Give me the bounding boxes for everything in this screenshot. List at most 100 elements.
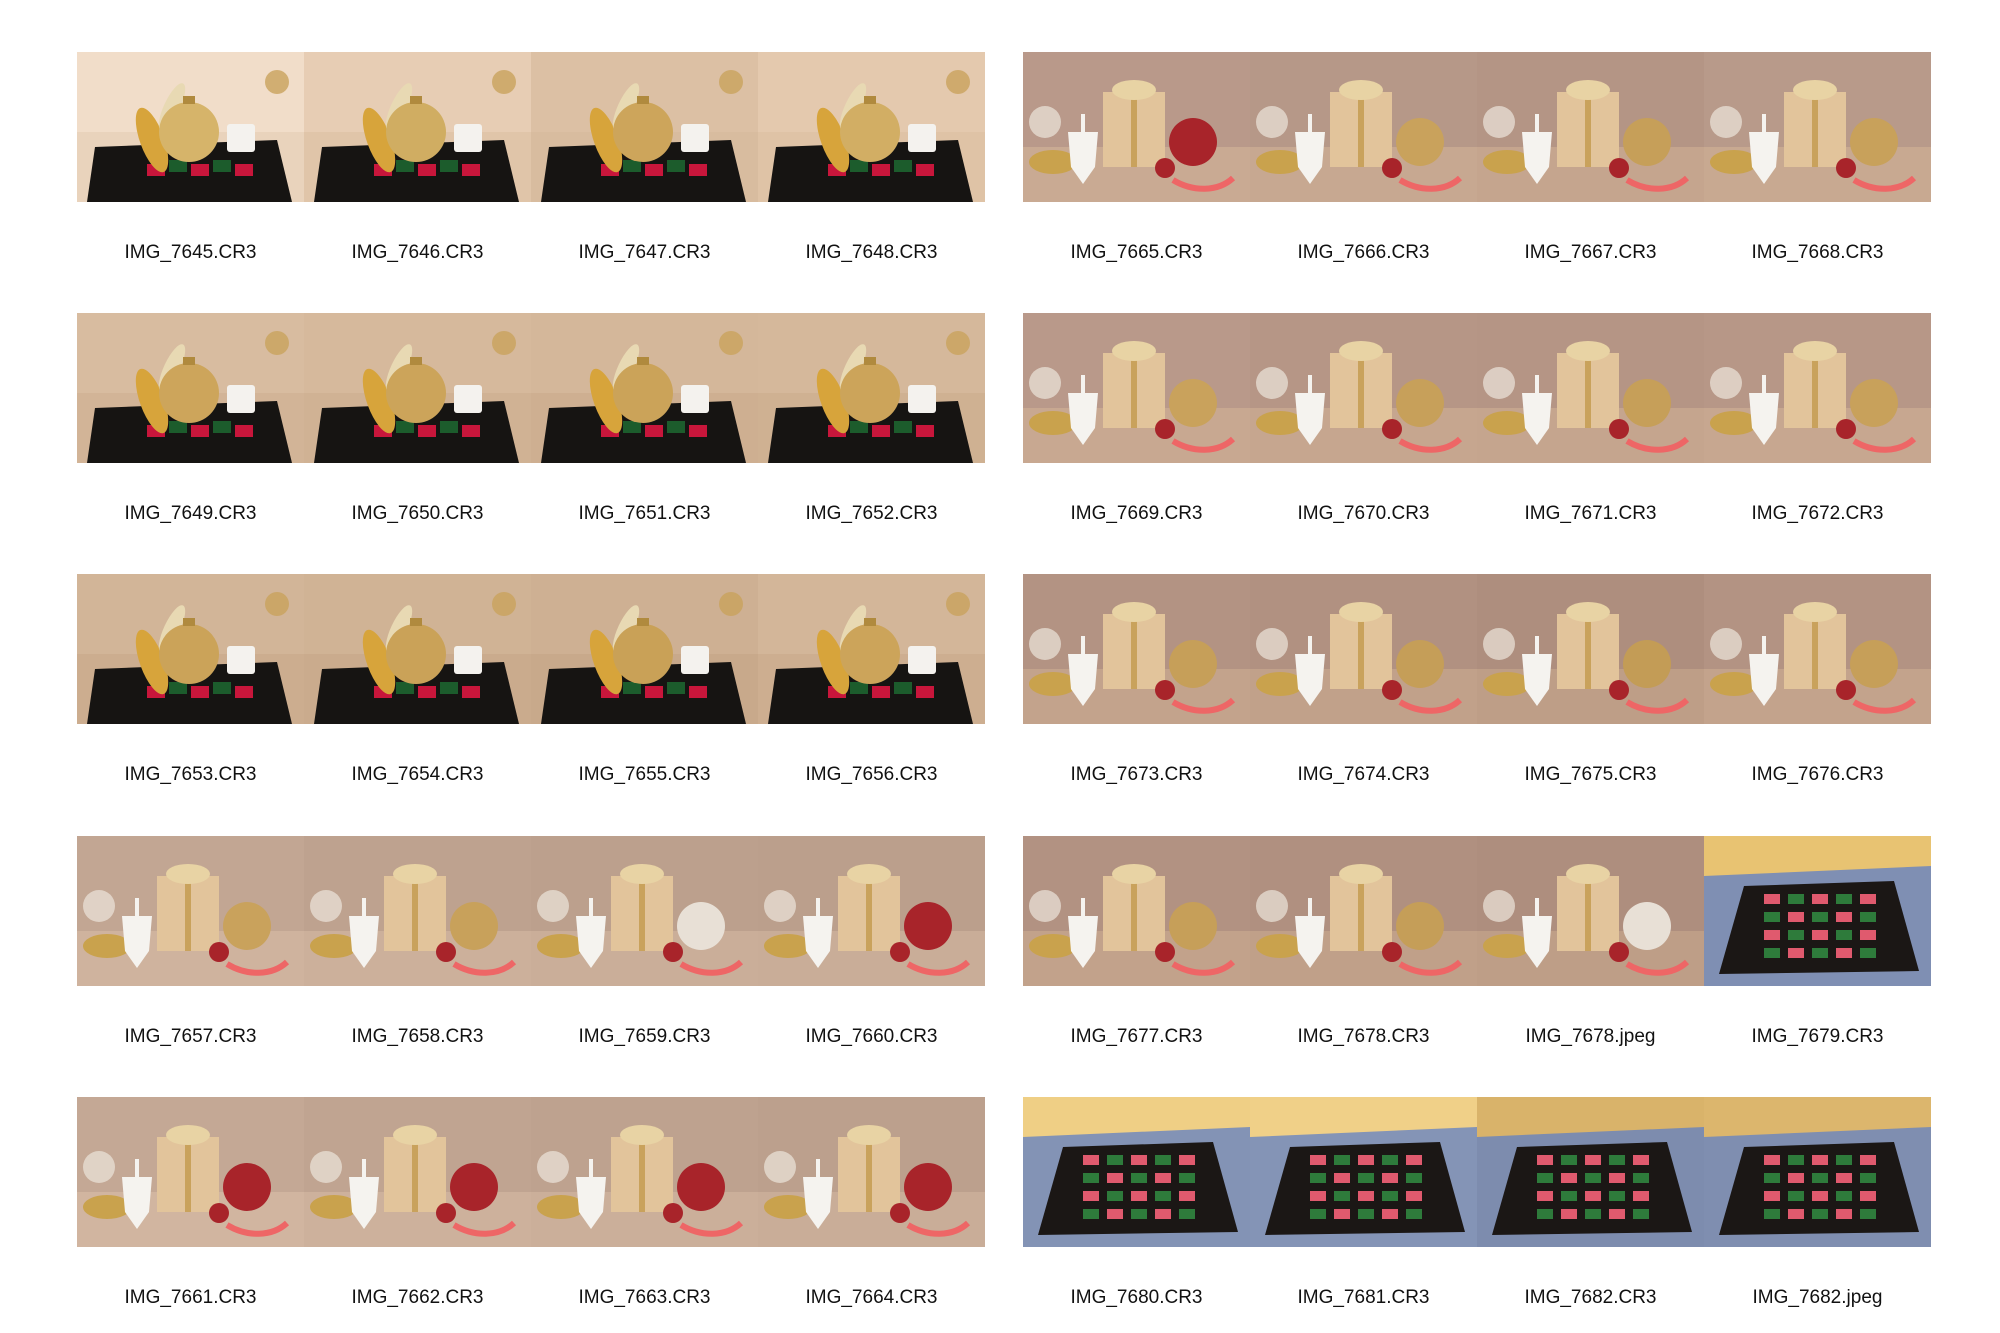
thumbnail-image <box>1023 313 1250 463</box>
thumbnail-image <box>77 574 304 724</box>
thumbnail[interactable] <box>1023 313 1250 463</box>
thumbnail-image <box>531 574 758 724</box>
thumbnail[interactable] <box>1250 313 1477 463</box>
thumbnail[interactable] <box>1477 574 1704 724</box>
thumbnail[interactable] <box>77 574 304 724</box>
thumbnail[interactable] <box>758 313 985 463</box>
filename-label: IMG_7656.CR3 <box>805 764 938 785</box>
filename-label: IMG_7646.CR3 <box>351 242 484 263</box>
thumbnail-image <box>1023 52 1250 202</box>
thumbnail[interactable] <box>1250 52 1477 202</box>
thumbnail[interactable] <box>531 52 758 202</box>
thumbnail-image <box>304 313 531 463</box>
thumbnail[interactable] <box>531 1097 758 1247</box>
thumbnail-image <box>758 836 985 986</box>
thumbnail[interactable] <box>77 313 304 463</box>
thumbnail[interactable] <box>1704 52 1931 202</box>
filename-label: IMG_7645.CR3 <box>124 242 257 263</box>
filename-label: IMG_7676.CR3 <box>1751 764 1884 785</box>
thumbnail-image <box>1250 836 1477 986</box>
thumbnail-image <box>758 52 985 202</box>
thumbnail[interactable] <box>1023 574 1250 724</box>
thumbnail[interactable] <box>304 836 531 986</box>
thumbnail[interactable] <box>1477 313 1704 463</box>
thumbnail-image <box>77 52 304 202</box>
thumbnail-image <box>1704 574 1931 724</box>
thumbnail[interactable] <box>1477 1097 1704 1247</box>
thumbnail-image <box>1477 1097 1704 1247</box>
filename-label: IMG_7657.CR3 <box>124 1026 257 1047</box>
thumbnail-image <box>1704 1097 1931 1247</box>
filename-label: IMG_7677.CR3 <box>1070 1026 1203 1047</box>
thumbnail-image <box>304 1097 531 1247</box>
filename-label: IMG_7652.CR3 <box>805 503 938 524</box>
thumbnail[interactable] <box>1250 836 1477 986</box>
filename-label: IMG_7660.CR3 <box>805 1026 938 1047</box>
thumbnail[interactable] <box>304 1097 531 1247</box>
thumbnail-image <box>1477 574 1704 724</box>
thumbnail[interactable] <box>77 52 304 202</box>
filename-label: IMG_7674.CR3 <box>1297 764 1430 785</box>
thumbnail[interactable] <box>531 574 758 724</box>
thumbnail[interactable] <box>304 574 531 724</box>
thumbnail-image <box>1704 52 1931 202</box>
filename-label: IMG_7681.CR3 <box>1297 1287 1430 1308</box>
filename-label: IMG_7672.CR3 <box>1751 503 1884 524</box>
thumbnail[interactable] <box>1250 1097 1477 1247</box>
thumbnail[interactable] <box>1023 52 1250 202</box>
filename-label: IMG_7648.CR3 <box>805 242 938 263</box>
filename-label: IMG_7682.jpeg <box>1752 1287 1883 1308</box>
filename-label: IMG_7673.CR3 <box>1070 764 1203 785</box>
thumbnail[interactable] <box>1023 1097 1250 1247</box>
filename-label: IMG_7668.CR3 <box>1751 242 1884 263</box>
thumbnail-image <box>1023 1097 1250 1247</box>
filename-label: IMG_7680.CR3 <box>1070 1287 1203 1308</box>
filename-label: IMG_7651.CR3 <box>578 503 711 524</box>
thumbnail[interactable] <box>1704 313 1931 463</box>
thumbnail[interactable] <box>77 836 304 986</box>
thumbnail[interactable] <box>1023 836 1250 986</box>
thumbnail[interactable] <box>1704 1097 1931 1247</box>
thumbnail[interactable] <box>1250 574 1477 724</box>
thumbnail-image <box>304 574 531 724</box>
filename-label: IMG_7650.CR3 <box>351 503 484 524</box>
thumbnail-image <box>1250 1097 1477 1247</box>
filename-label: IMG_7678.CR3 <box>1297 1026 1430 1047</box>
thumbnail-image <box>531 836 758 986</box>
filename-label: IMG_7658.CR3 <box>351 1026 484 1047</box>
thumbnail[interactable] <box>758 574 985 724</box>
thumbnail-image <box>77 836 304 986</box>
thumbnail-image <box>77 313 304 463</box>
filename-label: IMG_7666.CR3 <box>1297 242 1430 263</box>
thumbnail[interactable] <box>1704 574 1931 724</box>
filename-label: IMG_7671.CR3 <box>1524 503 1657 524</box>
thumbnail-image <box>1250 313 1477 463</box>
thumbnail[interactable] <box>531 836 758 986</box>
thumbnail-image <box>531 1097 758 1247</box>
thumbnail[interactable] <box>304 313 531 463</box>
thumbnail-image <box>758 313 985 463</box>
filename-label: IMG_7659.CR3 <box>578 1026 711 1047</box>
thumbnail[interactable] <box>77 1097 304 1247</box>
thumbnail[interactable] <box>1477 836 1704 986</box>
thumbnail[interactable] <box>758 836 985 986</box>
thumbnail[interactable] <box>304 52 531 202</box>
thumbnail[interactable] <box>1704 836 1931 986</box>
thumbnail-image <box>531 313 758 463</box>
thumbnail-image <box>1704 313 1931 463</box>
thumbnail-image <box>1704 836 1931 986</box>
thumbnail-image <box>1023 836 1250 986</box>
thumbnail[interactable] <box>758 52 985 202</box>
thumbnail[interactable] <box>758 1097 985 1247</box>
thumbnail-image <box>1250 52 1477 202</box>
thumbnail[interactable] <box>1477 52 1704 202</box>
thumbnail-image <box>1477 52 1704 202</box>
filename-label: IMG_7663.CR3 <box>578 1287 711 1308</box>
thumbnail-image <box>77 1097 304 1247</box>
filename-label: IMG_7678.jpeg <box>1525 1026 1656 1047</box>
thumbnail[interactable] <box>531 313 758 463</box>
filename-label: IMG_7664.CR3 <box>805 1287 938 1308</box>
filename-label: IMG_7661.CR3 <box>124 1287 257 1308</box>
filename-label: IMG_7649.CR3 <box>124 503 257 524</box>
filename-label: IMG_7667.CR3 <box>1524 242 1657 263</box>
